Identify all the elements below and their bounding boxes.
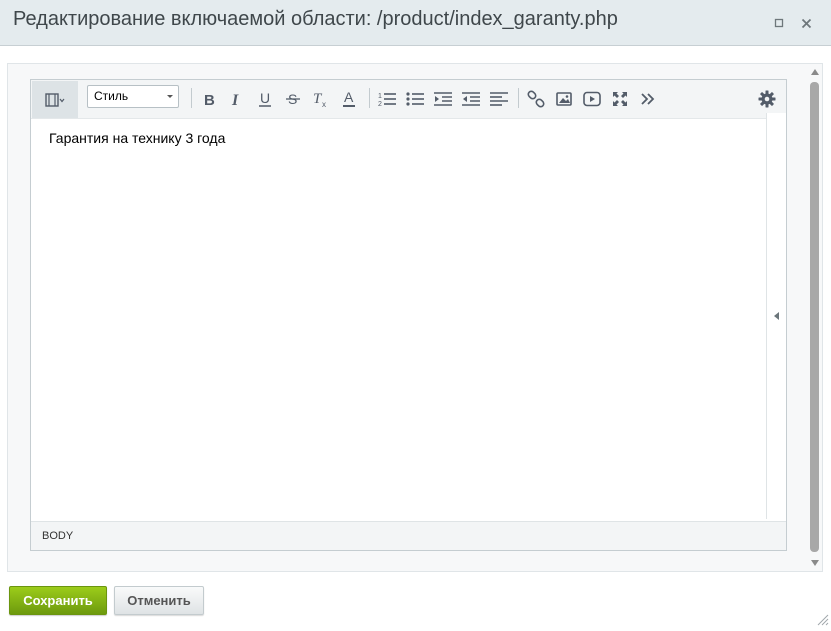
html-editor: Стиль B I U S Tx A 1 2 Гарантия на техни… (30, 79, 787, 551)
svg-text:1: 1 (378, 93, 382, 100)
cancel-button[interactable]: Отменить (114, 586, 204, 615)
maximize-icon[interactable] (769, 13, 789, 33)
style-select[interactable]: Стиль (87, 85, 179, 108)
video-icon[interactable] (582, 87, 602, 111)
style-select-value: Стиль (94, 89, 129, 103)
editor-content-area[interactable]: Гарантия на технику 3 года (31, 120, 766, 521)
indent-icon[interactable] (433, 87, 453, 111)
chevron-down-icon (167, 95, 173, 98)
underline-icon[interactable]: U (255, 87, 275, 111)
svg-text:2: 2 (378, 101, 382, 107)
align-icon[interactable] (489, 87, 509, 111)
remove-format-icon[interactable]: Tx (311, 87, 331, 111)
svg-text:x: x (322, 100, 326, 108)
toolbar-divider (518, 88, 519, 108)
svg-text:A: A (344, 90, 354, 105)
image-icon[interactable] (554, 87, 574, 111)
settings-icon[interactable] (757, 87, 777, 111)
svg-text:B: B (204, 92, 215, 107)
link-icon[interactable] (526, 87, 546, 111)
outdent-icon[interactable] (461, 87, 481, 111)
resize-handle-icon[interactable] (815, 612, 829, 626)
editor-toolbar: Стиль B I U S Tx A 1 2 (31, 80, 786, 119)
toolbar-divider (191, 88, 192, 108)
status-tag-body[interactable]: BODY (42, 530, 73, 542)
editor-statusbar: BODY (31, 521, 786, 550)
view-mode-icon[interactable] (32, 81, 78, 118)
bold-icon[interactable]: B (199, 87, 219, 111)
fullscreen-icon[interactable] (610, 87, 630, 111)
scroll-thumb[interactable] (810, 82, 819, 552)
ordered-list-icon[interactable]: 1 2 (377, 87, 397, 111)
dialog-titlebar[interactable]: Редактирование включаемой области: /prod… (0, 0, 831, 46)
dialog-scrollbar[interactable] (808, 66, 822, 571)
unordered-list-icon[interactable] (405, 87, 425, 111)
toolbar-divider (369, 88, 370, 108)
dialog-title: Редактирование включаемой области: /prod… (13, 8, 618, 30)
svg-text:I: I (231, 92, 239, 107)
include-area-dialog: Редактирование включаемой области: /prod… (0, 0, 831, 628)
svg-text:U: U (260, 90, 270, 106)
side-panel-toggle[interactable] (766, 113, 786, 519)
chevron-left-icon (773, 312, 779, 320)
editor-content-text[interactable]: Гарантия на технику 3 года (49, 130, 225, 146)
strikethrough-icon[interactable]: S (283, 87, 303, 111)
scroll-down-arrow[interactable] (811, 560, 819, 566)
close-icon[interactable] (796, 13, 816, 33)
scroll-up-arrow[interactable] (811, 69, 819, 75)
italic-icon[interactable]: I (227, 87, 247, 111)
save-button[interactable]: Сохранить (9, 586, 107, 615)
text-color-icon[interactable]: A (339, 87, 359, 111)
more-icon[interactable] (638, 87, 658, 111)
